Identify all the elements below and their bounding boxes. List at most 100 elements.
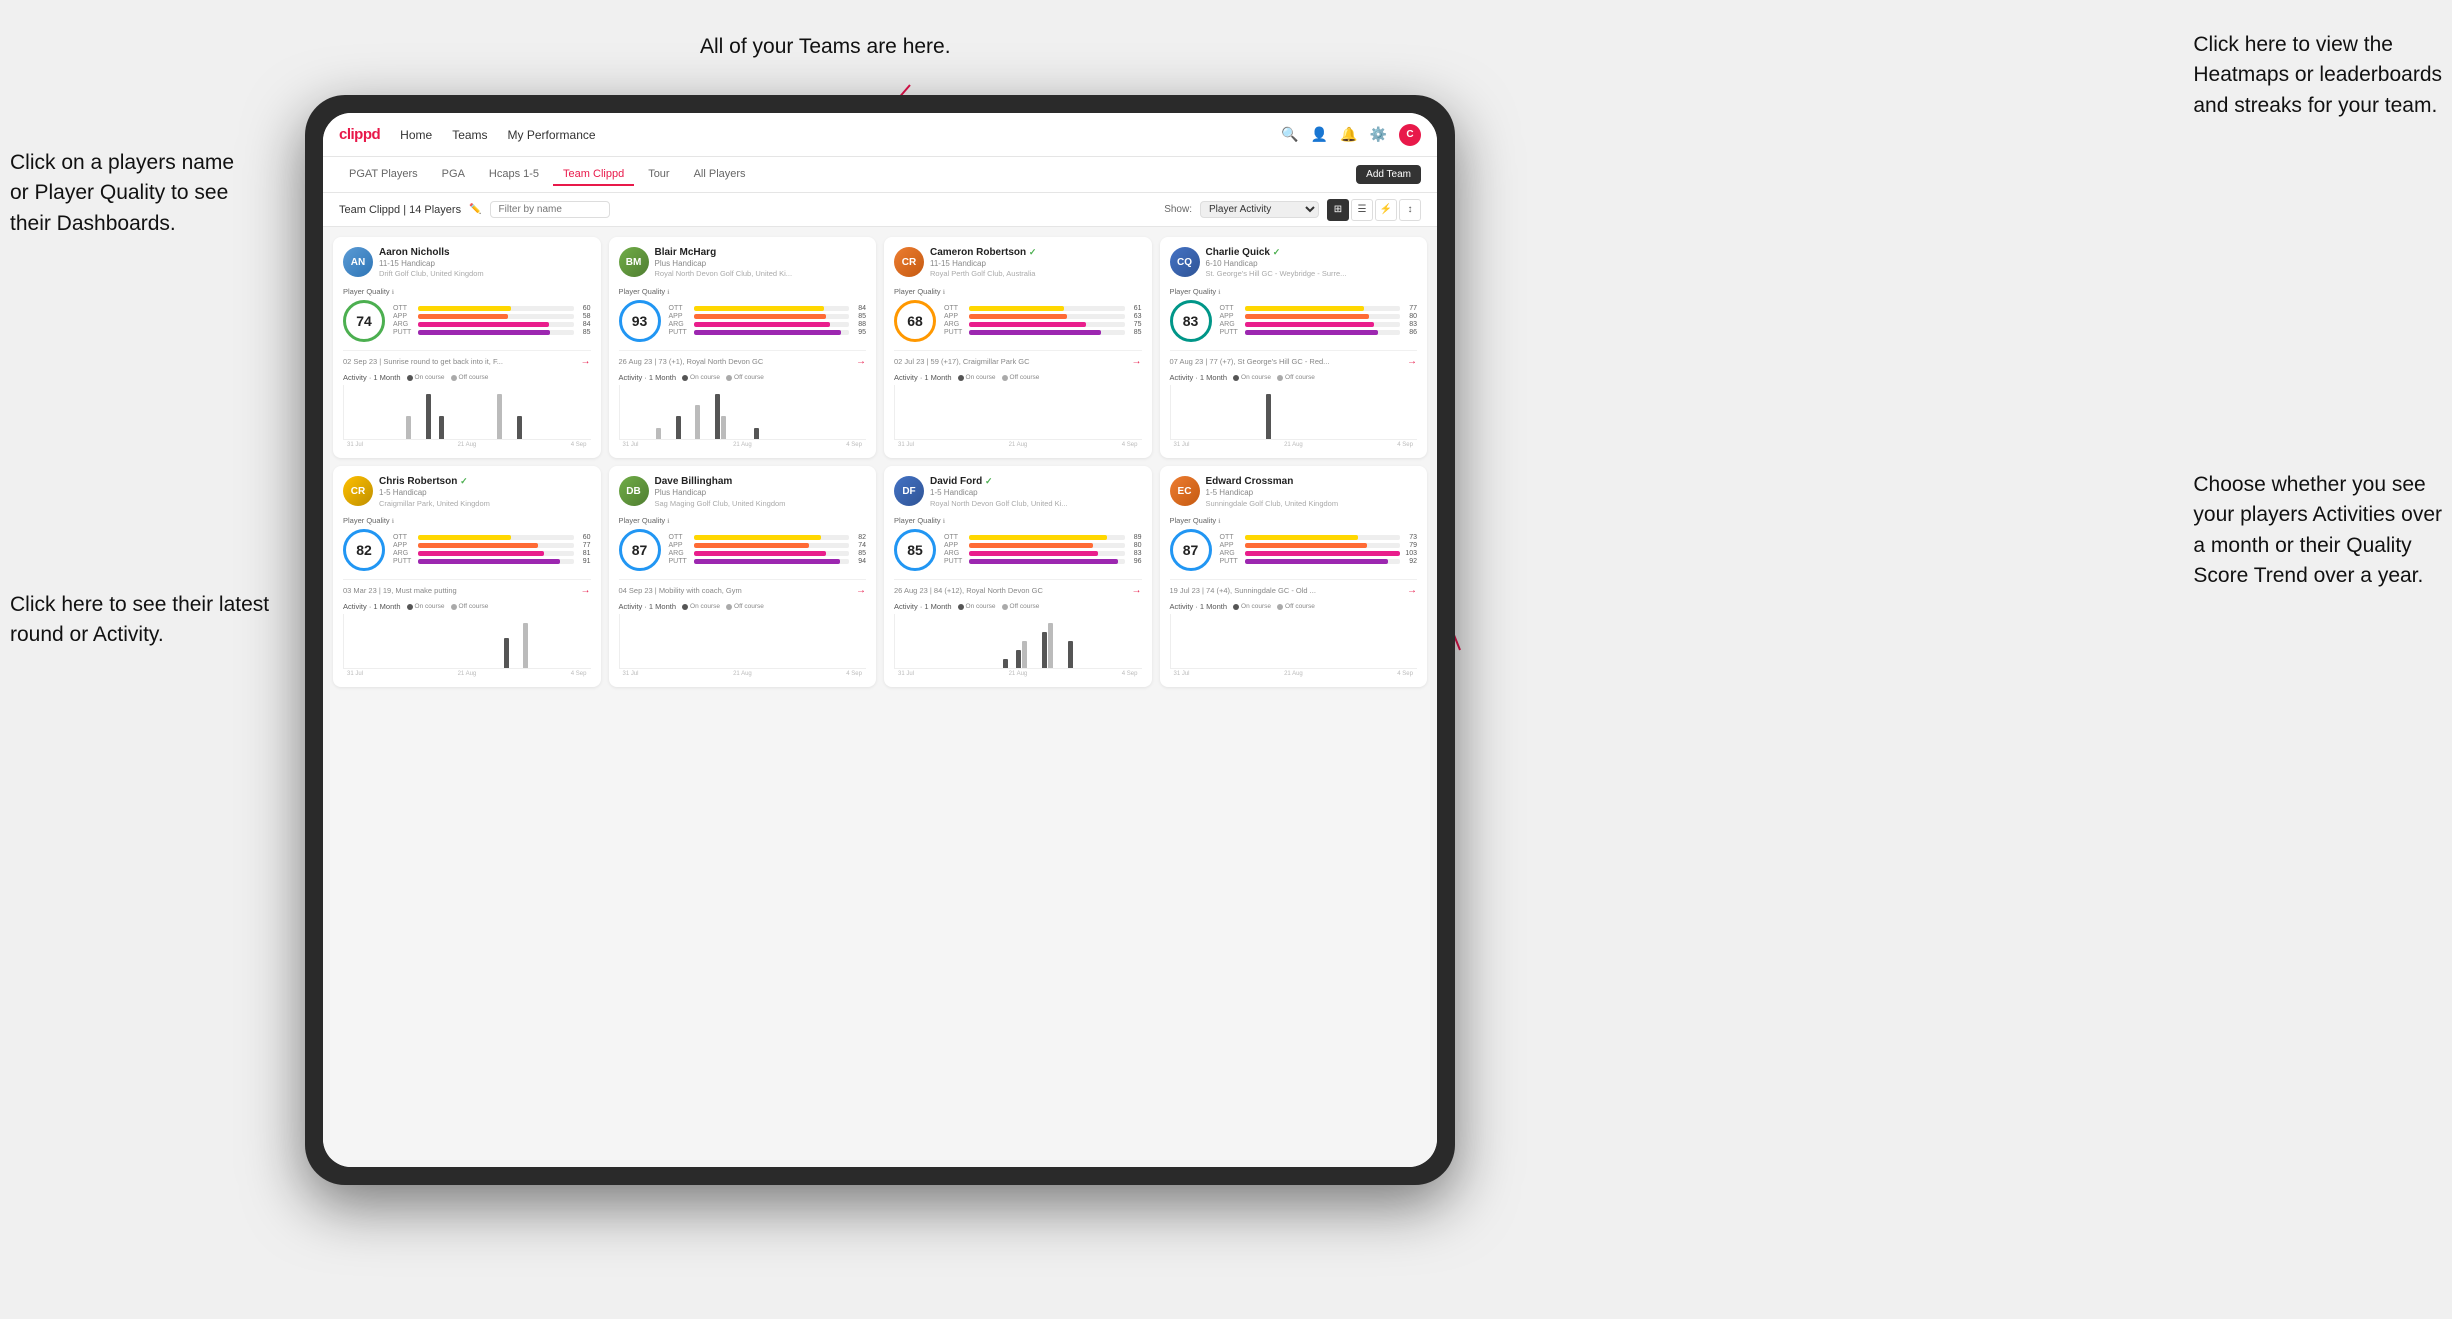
grid-area: AN Aaron Nicholls 11-15 Handicap Drift G… <box>323 227 1437 1167</box>
latest-round-cameron[interactable]: 02 Jul 23 | 59 (+17), Craigmillar Park G… <box>894 350 1142 367</box>
bell-icon[interactable]: 🔔 <box>1340 126 1357 143</box>
player-handicap-aaron: 11-15 Handicap <box>379 259 591 269</box>
team-label: Team Clippd | 14 Players <box>339 204 461 216</box>
round-arrow-david[interactable]: → <box>1132 585 1142 596</box>
filter-button[interactable]: ⚡ <box>1375 199 1397 221</box>
round-arrow-cameron[interactable]: → <box>1132 356 1142 367</box>
annotation-top-center: All of your Teams are here. <box>700 32 951 62</box>
list-view-button[interactable]: ☰ <box>1351 199 1373 221</box>
filter-input[interactable] <box>490 201 610 218</box>
player-handicap-dave: Plus Handicap <box>655 488 867 498</box>
player-name-blair[interactable]: Blair McHarg <box>655 247 867 259</box>
player-avatar-blair: BM <box>619 247 649 277</box>
player-card-cameron[interactable]: CR Cameron Robertson ✓ 11-15 Handicap Ro… <box>884 237 1152 458</box>
round-arrow-dave[interactable]: → <box>856 585 866 596</box>
nav-icons: 🔍 👤 🔔 ⚙️ C <box>1281 124 1421 146</box>
player-club-dave: Sag Maging Golf Club, United Kingdom <box>655 499 867 509</box>
player-club-aaron: Drift Golf Club, United Kingdom <box>379 269 591 279</box>
search-icon[interactable]: 🔍 <box>1281 126 1298 143</box>
ipad-screen: clippd Home Teams My Performance 🔍 👤 🔔 ⚙… <box>323 113 1437 1167</box>
add-team-button[interactable]: Add Team <box>1356 165 1421 184</box>
quality-circle-blair[interactable]: 93 <box>619 300 661 342</box>
grid-view-button[interactable]: ⊞ <box>1327 199 1349 221</box>
quality-circle-chris[interactable]: 82 <box>343 529 385 571</box>
player-club-chris: Craigmillar Park, United Kingdom <box>379 499 591 509</box>
player-name-cameron[interactable]: Cameron Robertson ✓ <box>930 247 1142 259</box>
player-avatar-chris: CR <box>343 476 373 506</box>
avatar[interactable]: C <box>1399 124 1421 146</box>
chart-area-aaron <box>343 385 591 440</box>
latest-round-charlie[interactable]: 07 Aug 23 | 77 (+7), St George's Hill GC… <box>1170 350 1418 367</box>
tab-all-players[interactable]: All Players <box>684 164 756 186</box>
quality-circle-david[interactable]: 85 <box>894 529 936 571</box>
user-icon[interactable]: 👤 <box>1311 126 1328 143</box>
quality-circle-charlie[interactable]: 83 <box>1170 300 1212 342</box>
round-arrow-chris[interactable]: → <box>581 585 591 596</box>
chart-area-david <box>894 614 1142 669</box>
nav-link-teams[interactable]: Teams <box>452 128 487 142</box>
quality-circle-cameron[interactable]: 68 <box>894 300 936 342</box>
player-grid: AN Aaron Nicholls 11-15 Handicap Drift G… <box>333 237 1427 687</box>
latest-round-edward[interactable]: 19 Jul 23 | 74 (+4), Sunningdale GC - Ol… <box>1170 579 1418 596</box>
tab-pga[interactable]: PGA <box>432 164 475 186</box>
player-card-charlie[interactable]: CQ Charlie Quick ✓ 6-10 Handicap St. Geo… <box>1160 237 1428 458</box>
chart-area-dave <box>619 614 867 669</box>
player-name-chris[interactable]: Chris Robertson ✓ <box>379 476 591 488</box>
sort-button[interactable]: ↕ <box>1399 199 1421 221</box>
player-handicap-charlie: 6-10 Handicap <box>1206 259 1418 269</box>
latest-round-blair[interactable]: 26 Aug 23 | 73 (+1), Royal North Devon G… <box>619 350 867 367</box>
player-avatar-aaron: AN <box>343 247 373 277</box>
view-icons: ⊞ ☰ ⚡ ↕ <box>1327 199 1421 221</box>
latest-round-chris[interactable]: 03 Mar 23 | 19, Must make putting → <box>343 579 591 596</box>
nav-link-myperformance[interactable]: My Performance <box>508 128 596 142</box>
player-handicap-edward: 1-5 Handicap <box>1206 488 1418 498</box>
player-handicap-blair: Plus Handicap <box>655 259 867 269</box>
annotation-top-right: Click here to view theHeatmaps or leader… <box>2193 30 2442 121</box>
player-card-david[interactable]: DF David Ford ✓ 1-5 Handicap Royal North… <box>884 466 1152 687</box>
settings-icon[interactable]: ⚙️ <box>1370 126 1387 143</box>
round-arrow-charlie[interactable]: → <box>1407 356 1417 367</box>
player-name-aaron[interactable]: Aaron Nicholls <box>379 247 591 259</box>
quality-circle-edward[interactable]: 87 <box>1170 529 1212 571</box>
show-select[interactable]: Player Activity Quality Score Trend <box>1200 201 1319 218</box>
player-name-charlie[interactable]: Charlie Quick ✓ <box>1206 247 1418 259</box>
sub-tabs: PGAT Players PGA Hcaps 1-5 Team Clippd T… <box>323 157 1437 193</box>
round-arrow-blair[interactable]: → <box>856 356 866 367</box>
chart-area-charlie <box>1170 385 1418 440</box>
tab-pgat-players[interactable]: PGAT Players <box>339 164 428 186</box>
player-name-edward[interactable]: Edward Crossman <box>1206 476 1418 488</box>
player-card-edward[interactable]: EC Edward Crossman 1-5 Handicap Sunningd… <box>1160 466 1428 687</box>
ipad-frame: clippd Home Teams My Performance 🔍 👤 🔔 ⚙… <box>305 95 1455 1185</box>
player-card-aaron[interactable]: AN Aaron Nicholls 11-15 Handicap Drift G… <box>333 237 601 458</box>
tab-hcaps[interactable]: Hcaps 1-5 <box>479 164 549 186</box>
player-name-david[interactable]: David Ford ✓ <box>930 476 1142 488</box>
chart-area-edward <box>1170 614 1418 669</box>
latest-round-david[interactable]: 26 Aug 23 | 84 (+12), Royal North Devon … <box>894 579 1142 596</box>
player-avatar-charlie: CQ <box>1170 247 1200 277</box>
quality-circle-dave[interactable]: 87 <box>619 529 661 571</box>
player-club-cameron: Royal Perth Golf Club, Australia <box>930 269 1142 279</box>
player-avatar-dave: DB <box>619 476 649 506</box>
edit-icon[interactable]: ✏️ <box>469 204 481 215</box>
round-arrow-aaron[interactable]: → <box>581 356 591 367</box>
navbar: clippd Home Teams My Performance 🔍 👤 🔔 ⚙… <box>323 113 1437 157</box>
player-card-blair[interactable]: BM Blair McHarg Plus Handicap Royal Nort… <box>609 237 877 458</box>
player-name-dave[interactable]: Dave Billingham <box>655 476 867 488</box>
latest-round-aaron[interactable]: 02 Sep 23 | Sunrise round to get back in… <box>343 350 591 367</box>
tab-team-clippd[interactable]: Team Clippd <box>553 164 634 186</box>
round-arrow-edward[interactable]: → <box>1407 585 1417 596</box>
tab-tour[interactable]: Tour <box>638 164 679 186</box>
player-handicap-cameron: 11-15 Handicap <box>930 259 1142 269</box>
chart-area-cameron <box>894 385 1142 440</box>
nav-link-home[interactable]: Home <box>400 128 432 142</box>
quality-circle-aaron[interactable]: 74 <box>343 300 385 342</box>
player-club-charlie: St. George's Hill GC - Weybridge - Surre… <box>1206 269 1418 279</box>
latest-round-dave[interactable]: 04 Sep 23 | Mobility with coach, Gym → <box>619 579 867 596</box>
player-club-david: Royal North Devon Golf Club, United Ki..… <box>930 499 1142 509</box>
player-card-dave[interactable]: DB Dave Billingham Plus Handicap Sag Mag… <box>609 466 877 687</box>
player-handicap-david: 1-5 Handicap <box>930 488 1142 498</box>
player-club-edward: Sunningdale Golf Club, United Kingdom <box>1206 499 1418 509</box>
player-card-chris[interactable]: CR Chris Robertson ✓ 1-5 Handicap Craigm… <box>333 466 601 687</box>
show-label: Show: <box>1164 204 1192 215</box>
annotation-left-top: Click on a players nameor Player Quality… <box>10 148 234 239</box>
